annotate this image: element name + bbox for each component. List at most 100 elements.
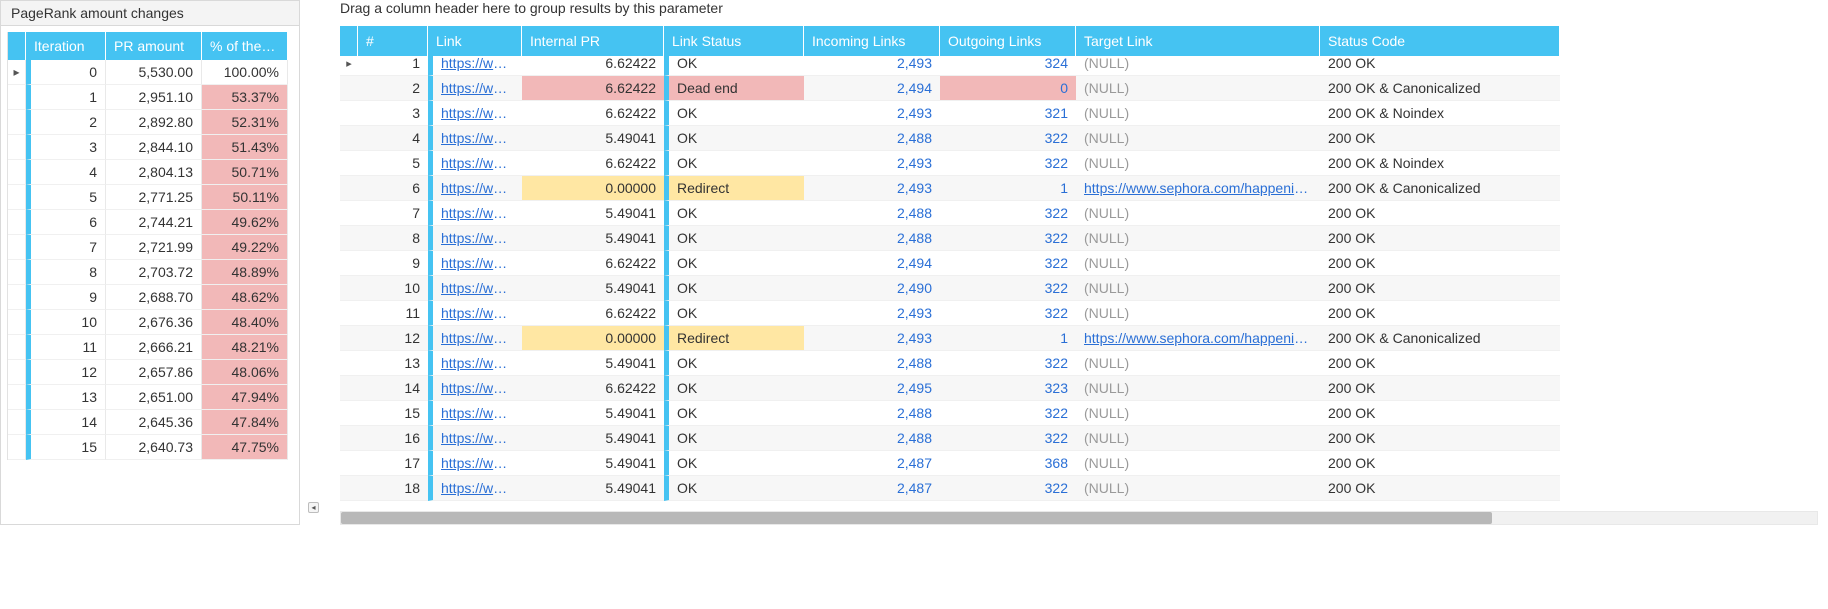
cell-status-code[interactable]: 200 OK xyxy=(1320,251,1560,276)
cell-pr-amount[interactable]: 2,892.80 xyxy=(106,110,202,135)
cell-outgoing[interactable]: 0 xyxy=(940,76,1076,101)
cell-num[interactable]: 18 xyxy=(358,476,428,501)
cell-pr-amount[interactable]: 2,640.73 xyxy=(106,435,202,460)
cell-iteration[interactable]: 12 xyxy=(26,360,106,385)
cell-incoming[interactable]: 2,487 xyxy=(804,451,940,476)
cell-link[interactable]: https://www.... xyxy=(428,101,522,126)
cell-num[interactable]: 17 xyxy=(358,451,428,476)
cell-num[interactable]: 2 xyxy=(358,76,428,101)
cell-status-code[interactable]: 200 OK xyxy=(1320,201,1560,226)
cell-internal-pr[interactable]: 0.00000 xyxy=(522,326,664,351)
cell-iteration[interactable]: 14 xyxy=(26,410,106,435)
cell-pct[interactable]: 48.62% xyxy=(202,285,288,310)
cell-iteration[interactable]: 8 xyxy=(26,260,106,285)
cell-incoming[interactable]: 2,494 xyxy=(804,76,940,101)
cell-incoming[interactable]: 2,488 xyxy=(804,226,940,251)
cell-internal-pr[interactable]: 6.62422 xyxy=(522,76,664,101)
cell-link-status[interactable]: OK xyxy=(664,251,804,276)
cell-num[interactable]: 11 xyxy=(358,301,428,326)
cell-outgoing[interactable]: 322 xyxy=(940,251,1076,276)
cell-target-link[interactable]: https://www.sephora.com/happenin... xyxy=(1076,176,1320,201)
cell-link[interactable]: https://www.... xyxy=(428,401,522,426)
cell-internal-pr[interactable]: 5.49041 xyxy=(522,126,664,151)
cell-num[interactable]: 3 xyxy=(358,101,428,126)
cell-link[interactable]: https://www.... xyxy=(428,251,522,276)
cell-link[interactable]: https://www.... xyxy=(428,126,522,151)
cell-internal-pr[interactable]: 6.62422 xyxy=(522,51,664,76)
cell-outgoing[interactable]: 321 xyxy=(940,101,1076,126)
cell-link[interactable]: https://www.... xyxy=(428,226,522,251)
cell-pr-amount[interactable]: 2,744.21 xyxy=(106,210,202,235)
cell-outgoing[interactable]: 368 xyxy=(940,451,1076,476)
cell-iteration[interactable]: 0 xyxy=(26,60,106,85)
cell-pr-amount[interactable]: 2,666.21 xyxy=(106,335,202,360)
cell-status-code[interactable]: 200 OK & Canonicalized xyxy=(1320,76,1560,101)
cell-status-code[interactable]: 200 OK & Canonicalized xyxy=(1320,176,1560,201)
cell-num[interactable]: 6 xyxy=(358,176,428,201)
cell-pct[interactable]: 48.89% xyxy=(202,260,288,285)
cell-link[interactable]: https://www.... xyxy=(428,276,522,301)
cell-status-code[interactable]: 200 OK xyxy=(1320,351,1560,376)
cell-link[interactable]: https://www.... xyxy=(428,301,522,326)
cell-num[interactable]: 7 xyxy=(358,201,428,226)
collapse-left-icon[interactable]: ◂ xyxy=(308,502,319,513)
cell-outgoing[interactable]: 322 xyxy=(940,301,1076,326)
cell-status-code[interactable]: 200 OK & Noindex xyxy=(1320,101,1560,126)
cell-status-code[interactable]: 200 OK xyxy=(1320,376,1560,401)
cell-incoming[interactable]: 2,493 xyxy=(804,101,940,126)
cell-outgoing[interactable]: 324 xyxy=(940,51,1076,76)
cell-status-code[interactable]: 200 OK xyxy=(1320,226,1560,251)
cell-outgoing[interactable]: 322 xyxy=(940,426,1076,451)
cell-pr-amount[interactable]: 2,721.99 xyxy=(106,235,202,260)
cell-link-status[interactable]: OK xyxy=(664,276,804,301)
cell-num[interactable]: 8 xyxy=(358,226,428,251)
cell-link-status[interactable]: OK xyxy=(664,476,804,501)
cell-num[interactable]: 9 xyxy=(358,251,428,276)
cell-link[interactable]: https://www.... xyxy=(428,376,522,401)
cell-link-status[interactable]: OK xyxy=(664,301,804,326)
cell-pct[interactable]: 47.75% xyxy=(202,435,288,460)
cell-link[interactable]: https://www.... xyxy=(428,326,522,351)
cell-outgoing[interactable]: 1 xyxy=(940,326,1076,351)
cell-link-status[interactable]: OK xyxy=(664,226,804,251)
cell-status-code[interactable]: 200 OK & Noindex xyxy=(1320,151,1560,176)
cell-num[interactable]: 15 xyxy=(358,401,428,426)
cell-pct[interactable]: 53.37% xyxy=(202,85,288,110)
pagerank-changes-grid[interactable]: Iteration PR amount % of the I... ▸05,53… xyxy=(7,32,293,460)
cell-iteration[interactable]: 5 xyxy=(26,185,106,210)
cell-num[interactable]: 4 xyxy=(358,126,428,151)
cell-status-code[interactable]: 200 OK xyxy=(1320,276,1560,301)
cell-internal-pr[interactable]: 6.62422 xyxy=(522,151,664,176)
cell-link-status[interactable]: OK xyxy=(664,51,804,76)
col-header-pct[interactable]: % of the I... xyxy=(202,32,288,60)
cell-incoming[interactable]: 2,488 xyxy=(804,201,940,226)
main-results-grid[interactable]: # Link Internal PR Link Status Incoming … xyxy=(340,26,1828,509)
cell-iteration[interactable]: 15 xyxy=(26,435,106,460)
cell-iteration[interactable]: 1 xyxy=(26,85,106,110)
cell-outgoing[interactable]: 322 xyxy=(940,151,1076,176)
cell-incoming[interactable]: 2,488 xyxy=(804,426,940,451)
cell-iteration[interactable]: 10 xyxy=(26,310,106,335)
cell-outgoing[interactable]: 322 xyxy=(940,226,1076,251)
cell-status-code[interactable]: 200 OK xyxy=(1320,301,1560,326)
cell-internal-pr[interactable]: 5.49041 xyxy=(522,476,664,501)
cell-link-status[interactable]: OK xyxy=(664,401,804,426)
cell-internal-pr[interactable]: 5.49041 xyxy=(522,201,664,226)
cell-link-status[interactable]: OK xyxy=(664,126,804,151)
cell-internal-pr[interactable]: 6.62422 xyxy=(522,301,664,326)
cell-incoming[interactable]: 2,493 xyxy=(804,326,940,351)
cell-internal-pr[interactable]: 6.62422 xyxy=(522,101,664,126)
cell-incoming[interactable]: 2,488 xyxy=(804,126,940,151)
cell-outgoing[interactable]: 323 xyxy=(940,376,1076,401)
cell-link-status[interactable]: OK xyxy=(664,151,804,176)
cell-outgoing[interactable]: 1 xyxy=(940,176,1076,201)
cell-num[interactable]: 13 xyxy=(358,351,428,376)
cell-internal-pr[interactable]: 5.49041 xyxy=(522,351,664,376)
cell-outgoing[interactable]: 322 xyxy=(940,351,1076,376)
cell-pr-amount[interactable]: 2,676.36 xyxy=(106,310,202,335)
cell-num[interactable]: 10 xyxy=(358,276,428,301)
cell-internal-pr[interactable]: 5.49041 xyxy=(522,426,664,451)
cell-iteration[interactable]: 3 xyxy=(26,135,106,160)
cell-pct[interactable]: 47.94% xyxy=(202,385,288,410)
col-header-iteration[interactable]: Iteration xyxy=(26,32,106,60)
